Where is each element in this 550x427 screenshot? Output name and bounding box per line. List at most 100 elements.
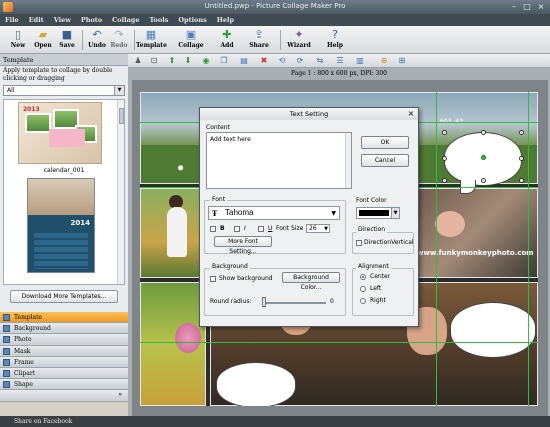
resize-handle[interactable] (481, 130, 486, 135)
new-button[interactable]: ▯ New (5, 28, 31, 52)
align-left-radio[interactable] (360, 286, 366, 292)
speech-bubble[interactable] (450, 302, 536, 358)
tab-shape[interactable]: Shape (0, 379, 128, 391)
resize-handle[interactable] (519, 156, 524, 161)
shape-tab-icon (3, 381, 10, 389)
tab-photo[interactable]: Photo (0, 334, 128, 346)
menu-view[interactable]: View (49, 14, 76, 26)
menu-options[interactable]: Options (173, 14, 211, 26)
bold-label: B (220, 225, 225, 232)
save-button[interactable]: ■ Save (54, 28, 80, 52)
cancel-button[interactable]: Cancel (361, 154, 409, 167)
speech-bubble[interactable] (216, 362, 296, 406)
help-button[interactable]: ? Help (322, 28, 348, 52)
more-font-setting-button[interactable]: More Font Setting... (214, 236, 272, 255)
minimize-icon[interactable]: – (508, 2, 520, 12)
align-center-radio[interactable] (360, 274, 366, 280)
rotate-handle[interactable] (481, 155, 486, 160)
font-select[interactable]: Ŧ Tahoma ▼ (208, 206, 340, 220)
tab-frame[interactable]: Frame (0, 356, 128, 368)
resize-handle[interactable] (519, 130, 524, 135)
template-button[interactable]: ▦ Template (136, 28, 167, 52)
font-color-select[interactable]: ▼ (356, 207, 400, 219)
delete-icon[interactable]: ✖ (258, 55, 270, 67)
underline-checkbox[interactable] (258, 226, 264, 232)
collage-button[interactable]: ▣ Collage (176, 28, 206, 52)
chevron-double-right-icon[interactable]: » (118, 391, 122, 398)
crop-icon[interactable]: ⊡ (148, 55, 160, 67)
menu-help[interactable]: Help (212, 14, 239, 26)
resize-handle[interactable] (519, 178, 524, 183)
font-size-label: Font Size (276, 225, 304, 232)
close-icon[interactable]: × (535, 2, 547, 12)
download-templates-button[interactable]: Download More Templates... (10, 290, 118, 303)
distribute-icon[interactable]: ▥ (354, 55, 366, 67)
chevron-down-icon[interactable]: ▼ (114, 86, 124, 95)
content-textarea[interactable]: Add text here (206, 132, 352, 189)
maximize-icon[interactable]: □ (521, 2, 533, 12)
collage-photo[interactable] (140, 188, 206, 278)
template-list[interactable]: 2013 calendar_001 2014 (3, 99, 125, 285)
bold-checkbox[interactable] (210, 226, 216, 232)
person-icon[interactable]: ♟ (132, 55, 144, 67)
align-right-radio[interactable] (360, 298, 366, 304)
round-radius-slider[interactable] (262, 297, 266, 307)
rotate-left-icon[interactable]: ⟲ (276, 55, 288, 67)
background-color-button[interactable]: Background Color... (282, 272, 340, 291)
menu-tools[interactable]: Tools (144, 14, 173, 26)
share-button[interactable]: ⇪ Share (246, 28, 272, 52)
resize-handle[interactable] (442, 178, 447, 183)
zoom-icon[interactable]: ⊕ (378, 55, 390, 67)
collage-photo[interactable]: www.funkymonkeyphoto.com (412, 188, 538, 278)
tab-background[interactable]: Background (0, 323, 128, 335)
font-size-select[interactable]: 26 ▼ (306, 224, 330, 233)
add-button[interactable]: ✚ Add (214, 28, 240, 52)
direction-vertical-label: DirectionVertical (364, 239, 414, 246)
italic-checkbox[interactable] (234, 226, 240, 232)
tab-template[interactable]: Template (0, 312, 128, 324)
close-icon[interactable]: × (406, 108, 416, 120)
tabs-overflow[interactable]: » (0, 390, 128, 402)
chevron-down-icon[interactable]: ▼ (331, 210, 336, 217)
show-background-label: Show background (219, 275, 273, 282)
window-title: Untitled.pwp - Picture Collage Maker Pro (204, 2, 346, 10)
bring-forward-icon[interactable]: ◉ (200, 55, 212, 67)
wizard-button[interactable]: ✦ Wizard (284, 28, 314, 52)
chevron-down-icon[interactable]: ▼ (391, 208, 399, 218)
tab-mask[interactable]: Mask (0, 345, 128, 357)
title-bar: Untitled.pwp - Picture Collage Maker Pro… (0, 0, 550, 14)
resize-handle[interactable] (442, 156, 447, 161)
flip-icon[interactable]: ⇆ (314, 55, 326, 67)
paste-icon[interactable]: ▤ (238, 55, 250, 67)
template-thumbnail[interactable]: 2014 (27, 178, 95, 273)
move-up-icon[interactable]: ⬆ (166, 55, 178, 67)
resize-handle[interactable] (442, 130, 447, 135)
menu-edit[interactable]: Edit (24, 14, 49, 26)
direction-vertical-checkbox[interactable] (356, 240, 362, 246)
align-icon[interactable]: ☰ (334, 55, 346, 67)
open-button[interactable]: ▰ Open (30, 28, 56, 52)
collage-photo[interactable] (140, 282, 206, 406)
copy-icon[interactable]: ❐ (218, 55, 230, 67)
share-facebook-link[interactable]: Share on Facebook (0, 418, 72, 425)
template-filter-select[interactable]: All ▼ (3, 85, 125, 96)
resize-handle[interactable] (481, 178, 486, 183)
panel-footer (0, 402, 128, 416)
italic-label: I (244, 225, 246, 232)
tab-clipart[interactable]: Clipart (0, 367, 128, 380)
redo-button[interactable]: ↷ Redo (106, 28, 132, 52)
menu-collage[interactable]: Collage (107, 14, 144, 26)
toolbar-separator (82, 30, 83, 50)
show-background-checkbox[interactable] (210, 276, 216, 282)
rotate-right-icon[interactable]: ⟳ (294, 55, 306, 67)
round-radius-track[interactable] (262, 302, 326, 304)
template-scrollbar[interactable] (117, 100, 124, 284)
textarea-scrollbar[interactable] (345, 133, 351, 188)
fit-icon[interactable]: ⊞ (396, 55, 408, 67)
ok-button[interactable]: OK (361, 136, 409, 149)
menu-photo[interactable]: Photo (76, 14, 107, 26)
menu-file[interactable]: File (0, 14, 24, 26)
move-down-icon[interactable]: ⬇ (182, 55, 194, 67)
chevron-down-icon[interactable]: ▼ (324, 225, 328, 233)
template-thumbnail[interactable]: 2013 (18, 102, 102, 164)
